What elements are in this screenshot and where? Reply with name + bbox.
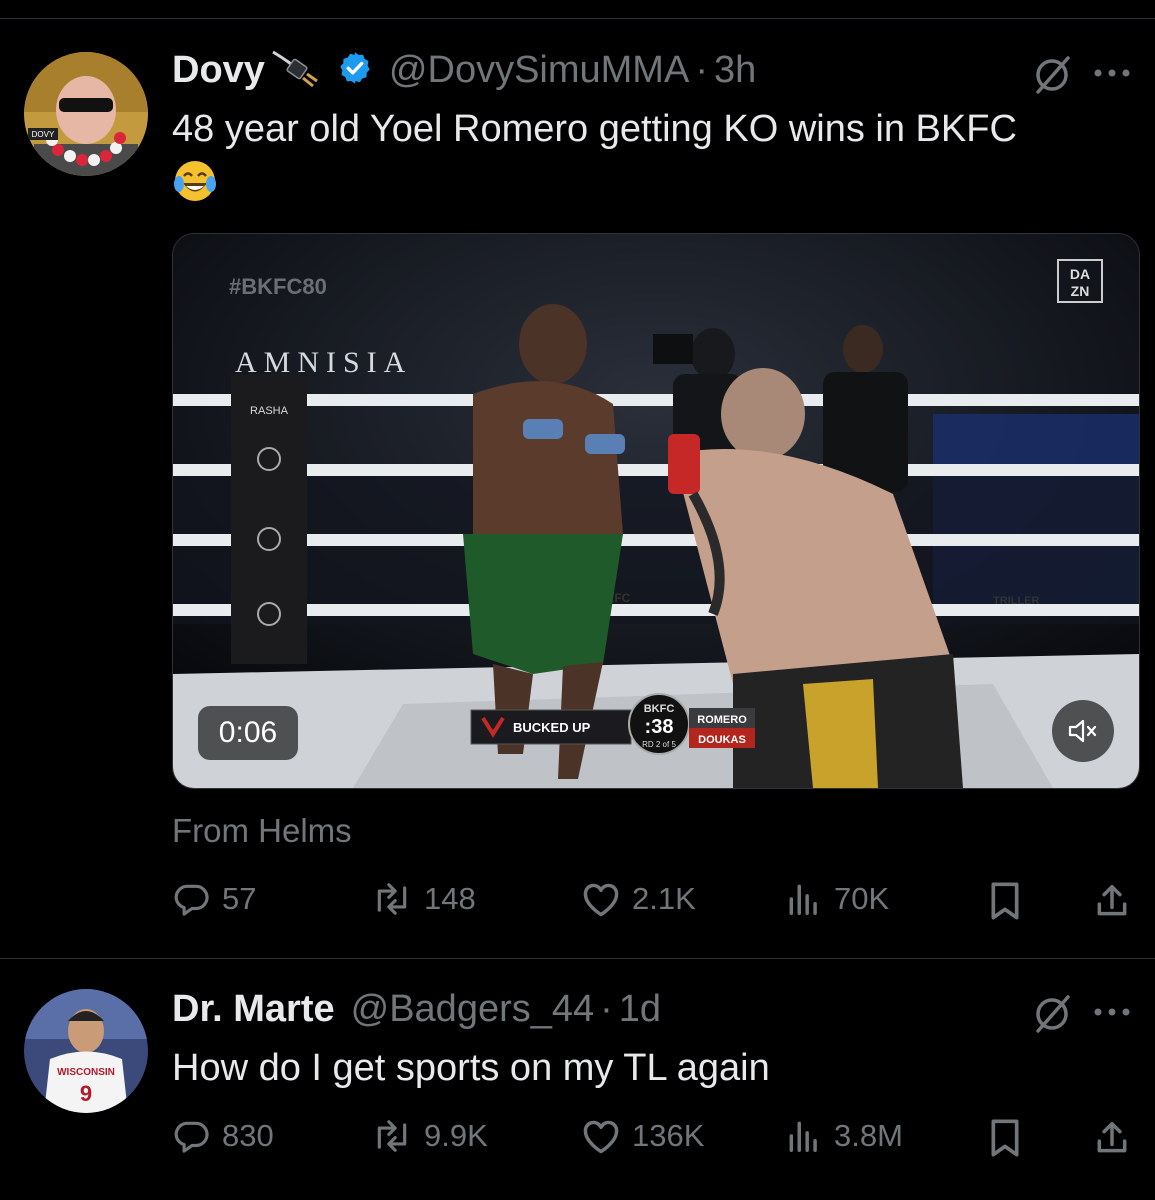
repost-icon [377, 1120, 407, 1152]
reply-count: 57 [222, 881, 257, 916]
separator: · [695, 48, 708, 91]
display-name[interactable]: Dovy [172, 49, 265, 92]
like-count: 2.1K [632, 881, 696, 916]
share-button[interactable] [1090, 1117, 1134, 1159]
avatar-label: DOVY [32, 130, 55, 139]
more-icon[interactable] [1090, 997, 1134, 1027]
tweet-text: How do I get sports on my TL again [172, 1047, 770, 1089]
video-duration: 0:06 [198, 706, 298, 760]
scorebug-sponsor: BUCKED UP [513, 720, 591, 735]
scorebug-fighter-1: ROMERO [697, 714, 747, 726]
share-button[interactable] [1090, 880, 1134, 922]
repost-button[interactable]: 9.9K [370, 1117, 488, 1155]
like-count: 136K [632, 1118, 705, 1153]
view-count: 70K [834, 881, 890, 916]
heart-icon [583, 883, 619, 917]
scorebug-clock: :38 [645, 716, 674, 738]
repost-icon [377, 883, 407, 915]
bookmark-button[interactable] [984, 880, 1026, 922]
reply-icon [174, 1121, 209, 1153]
separator: · [600, 987, 613, 1030]
heart-icon [583, 1120, 619, 1154]
view-count: 3.8M [834, 1118, 903, 1153]
timestamp[interactable]: 1d [619, 988, 661, 1031]
volume-muted-icon[interactable] [1052, 700, 1114, 762]
laughing-emoji-icon [172, 158, 218, 204]
avatar[interactable]: DOVY [24, 52, 148, 176]
views-button[interactable]: 3.8M [784, 1117, 903, 1155]
reply-icon [174, 884, 209, 916]
network-logo-bottom: ZN [1071, 283, 1090, 299]
plug-emoji-icon [267, 48, 319, 93]
scorebug-round: RD 2 of 5 [642, 740, 676, 749]
avatar[interactable]: WISCONSIN 9 [24, 989, 148, 1113]
repost-count: 148 [424, 881, 476, 916]
reply-count: 830 [222, 1118, 274, 1153]
handle[interactable]: @DovySimuMMA [389, 49, 689, 92]
like-button[interactable]: 136K [580, 1117, 704, 1155]
repost-button[interactable]: 148 [370, 880, 476, 918]
display-name[interactable]: Dr. Marte [172, 988, 335, 1031]
handle[interactable]: @Badgers_44 [351, 988, 595, 1031]
hashtag-overlay: #BKFC80 [229, 274, 327, 299]
grok-icon[interactable] [1030, 991, 1074, 1035]
views-button[interactable]: 70K [784, 880, 889, 918]
rope-brand-label: TRILLER [993, 595, 1039, 607]
video-player[interactable]: RASHA #BKFC80 AMNISIA DA ZN BKFC TRILLER [172, 233, 1140, 789]
verified-badge-icon [337, 50, 373, 91]
bookmark-icon [991, 882, 1019, 920]
reply-button[interactable]: 830 [172, 1117, 274, 1155]
tweet-dr-marte[interactable]: WISCONSIN 9 Dr. Marte @Badgers_44 · 1d H… [0, 959, 1155, 1200]
share-icon [1097, 885, 1127, 916]
reply-button[interactable]: 57 [172, 880, 256, 918]
tweet-header: Dovy @DovySimuMMA · 3h [172, 48, 756, 92]
network-logo-top: DA [1070, 266, 1090, 282]
timestamp[interactable]: 3h [714, 49, 756, 92]
tweet-header: Dr. Marte @Badgers_44 · 1d [172, 987, 661, 1031]
like-button[interactable]: 2.1K [580, 880, 696, 918]
views-icon [789, 884, 817, 915]
ring-brand-label: RASHA [250, 405, 289, 417]
bookmark-button[interactable] [984, 1117, 1026, 1159]
repost-count: 9.9K [424, 1118, 488, 1153]
tweet-text: 48 year old Yoel Romero getting KO wins … [172, 108, 1017, 150]
tweet-dovy[interactable]: DOVY Dovy @DovySimuMMA · 3h 48 year old … [0, 0, 1155, 958]
avatar-jersey-number: 9 [80, 1081, 92, 1106]
media-source[interactable]: From Helms [172, 812, 352, 850]
avatar-jersey-text: WISCONSIN [57, 1067, 115, 1078]
more-icon[interactable] [1090, 58, 1134, 88]
views-icon [789, 1121, 817, 1152]
scorebug-fighter-2: DOUKAS [698, 734, 746, 746]
grok-icon[interactable] [1030, 52, 1074, 96]
bookmark-icon [991, 1119, 1019, 1157]
scorebug-league: BKFC [644, 703, 675, 715]
share-icon [1097, 1122, 1127, 1153]
sponsor-banner: AMNISIA [235, 346, 412, 379]
